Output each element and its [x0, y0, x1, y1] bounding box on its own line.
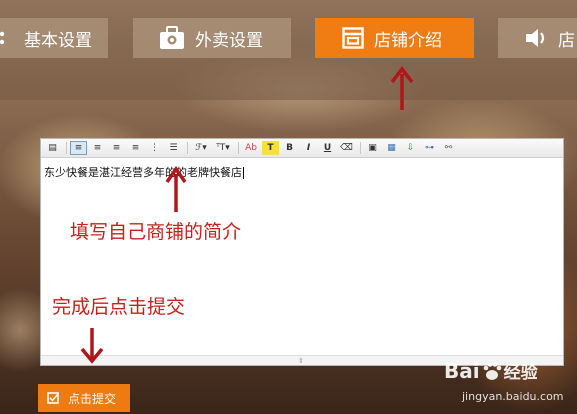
watermark-suffix-text: 经验 [503, 363, 538, 383]
annotation-submit-hint: 完成后点击提交 [52, 296, 186, 318]
tab-basic-settings[interactable]: 基本设置 [0, 18, 108, 58]
paw-icon [483, 361, 501, 380]
tab-takeout-settings-label: 外卖设置 [195, 30, 263, 51]
image-icon[interactable]: ▣ [364, 141, 381, 155]
font-family-icon[interactable]: ℱ ▾ [191, 141, 211, 155]
text-caret [243, 167, 244, 179]
watermark-logo-text: Bai [444, 358, 480, 383]
underline-icon[interactable]: U [319, 141, 336, 155]
red-arrow-up-icon [165, 166, 187, 212]
resize-grip-icon[interactable]: ⇕ [298, 357, 304, 365]
align-justify-icon[interactable]: ≡ [127, 141, 144, 155]
submit-button[interactable]: 点击提交 [38, 384, 130, 412]
toolbar-divider [66, 142, 67, 154]
align-left-icon[interactable]: ≡ [70, 141, 87, 155]
toolbar-divider [360, 142, 361, 154]
store-layout-icon [342, 27, 364, 49]
bold-icon[interactable]: B [281, 141, 298, 155]
table-icon[interactable]: ▦ [383, 141, 400, 155]
insert-row-icon[interactable]: ⇩ [402, 141, 419, 155]
highlight-icon[interactable]: T [262, 141, 279, 155]
editor-content[interactable]: 东少快餐是湛江经营多年的的老牌快餐店 [44, 164, 244, 180]
tab-store-intro-label: 店铺介绍 [374, 30, 442, 51]
link-icon[interactable]: ⊶ [421, 141, 438, 155]
annotation-fill-intro: 填写自己商铺的简介 [70, 221, 242, 243]
editor-content-text: 东少快餐是湛江经营多年的的老牌快餐店 [44, 166, 242, 179]
align-right-icon[interactable]: ≡ [108, 141, 125, 155]
toolbar-divider [238, 142, 239, 154]
ordered-list-icon[interactable]: ⋮ [146, 141, 163, 155]
speaker-icon [524, 27, 548, 49]
submit-button-label: 点击提交 [68, 391, 117, 406]
rich-text-editor[interactable]: ▤ ≡ ≡ ≡ ≡ ⋮ ☰ ℱ ▾ ᵀT▾ Ab T B I U ⌫ ▣ ▦ ⇩ … [40, 138, 564, 366]
unordered-list-icon[interactable]: ☰ [165, 141, 182, 155]
tab-more[interactable]: 店 [498, 18, 577, 58]
tab-store-intro[interactable]: 店铺介绍 [315, 18, 474, 58]
align-center-icon[interactable]: ≡ [89, 141, 106, 155]
takeout-box-icon [159, 26, 185, 50]
tab-takeout-settings[interactable]: 外卖设置 [133, 18, 291, 58]
watermark-url: jingyan.baidu.com [462, 390, 564, 403]
red-arrow-up-icon [390, 66, 414, 110]
eraser-icon[interactable]: ⌫ [338, 141, 355, 155]
baidu-jingyan-watermark: Bai 经验 [444, 358, 538, 384]
checkbox-edit-icon [47, 391, 60, 405]
font-color-icon[interactable]: Ab [242, 141, 260, 155]
unlink-icon[interactable]: ⚯ [440, 141, 457, 155]
top-navigation-bar: 基本设置 外卖设置 店铺介绍 店 [0, 0, 577, 100]
tab-basic-settings-label: 基本设置 [24, 30, 92, 51]
settings-icon [0, 29, 14, 47]
tab-more-label: 店 [558, 30, 575, 51]
source-code-icon[interactable]: ▤ [44, 141, 61, 155]
red-arrow-down-icon [80, 328, 104, 364]
toolbar-divider [187, 142, 188, 154]
font-size-icon[interactable]: ᵀT▾ [213, 141, 233, 155]
editor-toolbar: ▤ ≡ ≡ ≡ ≡ ⋮ ☰ ℱ ▾ ᵀT▾ Ab T B I U ⌫ ▣ ▦ ⇩ … [41, 139, 563, 158]
italic-icon[interactable]: I [300, 141, 317, 155]
